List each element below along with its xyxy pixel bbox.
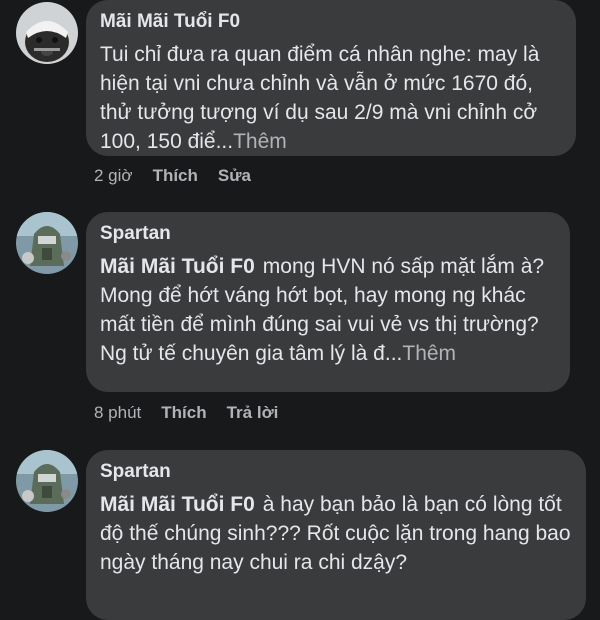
mention-link[interactable]: Mãi Mãi Tuổi F0 [100,493,255,516]
spartan-avatar-icon [16,450,78,512]
comment-actions: 2 giờ Thích Sửa [94,166,271,186]
comment-body: Tui chỉ đưa ra quan điểm cá nhân nghe: m… [100,43,540,153]
comment-author[interactable]: Mãi Mãi Tuổi F0 [100,10,562,34]
honey-badger-avatar-icon [16,2,78,64]
comment-time[interactable]: 2 giờ [94,166,133,186]
reply-button[interactable]: Trả lời [227,403,279,423]
mention-link[interactable]: Mãi Mãi Tuổi F0 [100,255,255,278]
see-more-link[interactable]: Thêm [233,130,287,153]
comment-text: Tui chỉ đưa ra quan điểm cá nhân nghe: m… [100,40,562,156]
comment-author[interactable]: Spartan [100,460,572,484]
comment-bubble: Spartan Mãi Mãi Tuổi F0 mong HVN nó sấp m… [86,212,570,392]
avatar[interactable] [16,2,78,64]
spartan-avatar-icon [16,212,78,274]
see-more-link[interactable]: Thêm [402,342,456,365]
comment-author[interactable]: Spartan [100,222,556,246]
comment-bubble: Spartan Mãi Mãi Tuổi F0 à hay bạn bảo là … [86,450,586,620]
avatar[interactable] [16,212,78,274]
comment-text: Mãi Mãi Tuổi F0 à hay bạn bảo là bạn có l… [100,490,572,577]
comment-bubble: Mãi Mãi Tuổi F0 Tui chỉ đưa ra quan điểm… [86,0,576,156]
comment-actions: 8 phút Thích Trả lời [94,403,298,423]
edit-button[interactable]: Sửa [218,166,251,186]
comment-time[interactable]: 8 phút [94,403,141,423]
like-button[interactable]: Thích [153,166,198,186]
like-button[interactable]: Thích [161,403,206,423]
avatar[interactable] [16,450,78,512]
comment-text: Mãi Mãi Tuổi F0 mong HVN nó sấp mặt lắm à… [100,252,556,368]
